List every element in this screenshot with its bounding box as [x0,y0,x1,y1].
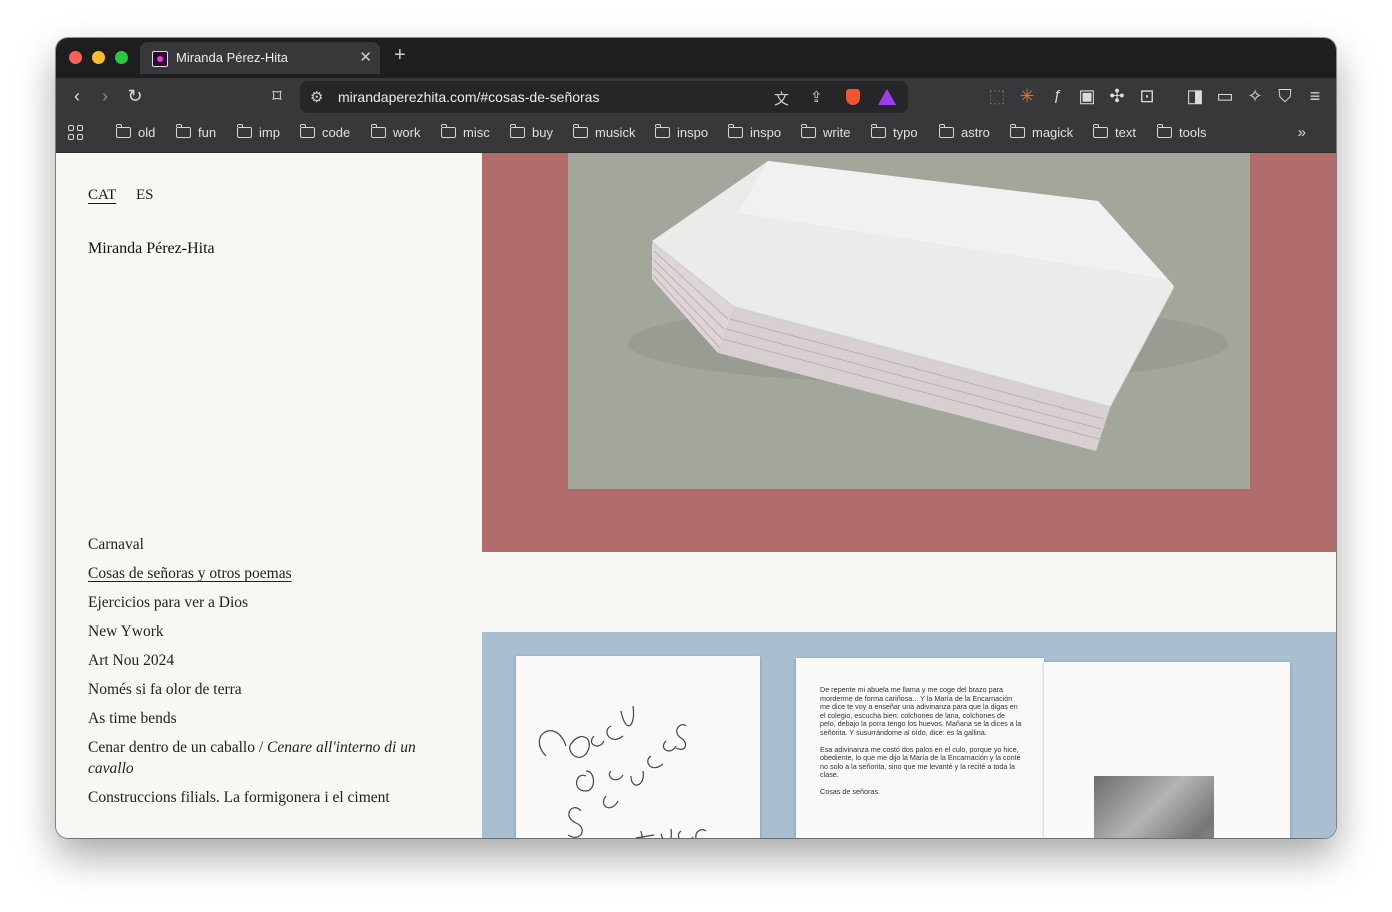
extension-star-icon[interactable]: ✳ [1016,86,1038,106]
site-favicon-icon [152,51,168,67]
poem-text: De repente mi abuela me llama y me coge … [820,685,1022,796]
folder-icon [510,124,525,138]
work-link[interactable]: Construccions filials. La formigonera i … [88,787,428,808]
bookmark-folder-tools[interactable]: tools [1157,124,1206,143]
bookmark-folder-imp[interactable]: imp [237,124,280,143]
address-bar[interactable]: ⚙ mirandaperezhita.com/#cosas-de-señoras… [300,81,908,113]
work-link[interactable]: As time bends [88,708,428,729]
folder-icon [655,124,670,138]
forward-icon[interactable]: › [94,86,116,106]
close-window-button[interactable] [69,51,82,64]
url-text[interactable]: mirandaperezhita.com/#cosas-de-señoras [338,89,599,105]
close-icon[interactable]: ✕ [359,48,372,66]
share-icon[interactable]: ⇪ [810,88,823,106]
bookmark-folder-fun[interactable]: fun [176,124,216,143]
bookmark-folder-work[interactable]: work [371,124,420,143]
language-cat-link[interactable]: CAT [88,187,116,204]
bookmark-folder-write[interactable]: write [801,124,850,143]
folder-icon [939,124,954,138]
bookmark-folder-typo[interactable]: typo [871,124,918,143]
tab-title: Miranda Pérez-Hita [176,50,288,65]
bookmark-folder-buy[interactable]: buy [510,124,553,143]
folder-icon [176,124,191,138]
bookmark-icon[interactable]: ⌑ [266,86,288,106]
folder-icon [441,124,456,138]
page-content: CAT ES Miranda Pérez-Hita Carnaval Cosas… [56,153,1336,838]
work-link[interactable]: New Ywork [88,621,428,642]
handwriting-illustration [538,705,707,838]
folder-icon [1010,124,1025,138]
folder-icon [300,124,315,138]
bookmark-folder-text[interactable]: text [1093,124,1136,143]
work-link[interactable]: Només si fa olor de terra [88,679,428,700]
folder-icon [801,124,816,138]
folder-icon [1093,124,1108,138]
site-settings-icon[interactable]: ⚙ [310,88,323,106]
site-title[interactable]: Miranda Pérez-Hita [88,240,215,258]
search-tab-icon[interactable]: ⊡ [1136,86,1158,106]
folder-icon [1157,124,1172,138]
back-icon[interactable]: ‹ [66,86,88,106]
reload-icon[interactable]: ↻ [124,86,146,106]
archival-photo [1094,776,1214,838]
sidebar-icon[interactable]: ◨ [1184,86,1206,106]
folder-icon [237,124,252,138]
screenshot-icon[interactable]: ⬚ [986,86,1008,106]
vpn-shield-icon[interactable]: ⛉ [1274,86,1296,106]
apps-grid-icon[interactable] [68,125,84,141]
bookmarks-bar: old fun imp code work misc buy musick in… [56,116,1336,153]
work-image-pages: De repente mi abuela me llama y me coge … [482,632,1336,838]
folder-icon [116,124,131,138]
bookmark-folder-astro[interactable]: astro [939,124,990,143]
work-image-stack [482,153,1336,552]
bookmark-folder-musick[interactable]: musick [573,124,635,143]
folder-icon [573,124,588,138]
bookmark-folder-code[interactable]: code [300,124,350,143]
tab-strip: Miranda Pérez-Hita ✕ + [56,38,1336,78]
browser-window: Miranda Pérez-Hita ✕ + ‹ › ↻ ⌑ ⚙ miranda… [56,38,1336,838]
work-link[interactable]: Art Nou 2024 [88,650,428,671]
photo-page [1044,662,1290,838]
work-link[interactable]: Ejercicios para ver a Dios [88,592,428,613]
tab-active[interactable]: Miranda Pérez-Hita ✕ [140,42,380,74]
handwritten-page [516,656,760,838]
book-stack-photo [568,153,1250,489]
zoom-window-button[interactable] [115,51,128,64]
bookmark-folder-inspo[interactable]: inspo [655,124,708,143]
bookmark-folder-misc[interactable]: misc [441,124,490,143]
bookmark-folder-magick[interactable]: magick [1010,124,1073,143]
wallet-icon[interactable]: ▭ [1214,86,1236,106]
plus-icon[interactable]: + [394,44,406,67]
bookmark-folder-inspo-2[interactable]: inspo [728,124,781,143]
reader-extension-icon[interactable]: ▣ [1076,86,1098,106]
folder-icon [728,124,743,138]
minimize-window-button[interactable] [92,51,105,64]
work-link[interactable]: Carnaval [88,534,428,555]
brave-rewards-icon[interactable] [878,89,896,105]
book-stack-illustration [628,161,1228,451]
text-page: De repente mi abuela me llama y me coge … [796,658,1044,838]
work-link-active[interactable]: Cosas de señoras y otros poemas [88,563,428,584]
toolbar: ‹ › ↻ ⌑ ⚙ mirandaperezhita.com/#cosas-de… [56,78,1336,116]
bookmark-folder-old[interactable]: old [116,124,155,143]
menu-icon[interactable]: ≡ [1304,86,1326,106]
works-list: Carnaval Cosas de señoras y otros poemas… [88,534,428,816]
folder-icon [371,124,386,138]
font-extension-icon[interactable]: ƒ [1046,86,1068,106]
folder-icon [871,124,886,138]
language-es-link[interactable]: ES [136,187,154,204]
leo-ai-icon[interactable]: ✧ [1244,86,1266,106]
more-bookmarks-icon[interactable]: » [1298,124,1306,141]
brave-shields-icon[interactable] [846,89,860,105]
translate-icon[interactable]: 文 [774,88,789,109]
extensions-icon[interactable]: ✣ [1106,86,1128,106]
work-link[interactable]: Cenar dentro de un caballo / Cenare all'… [88,737,428,779]
